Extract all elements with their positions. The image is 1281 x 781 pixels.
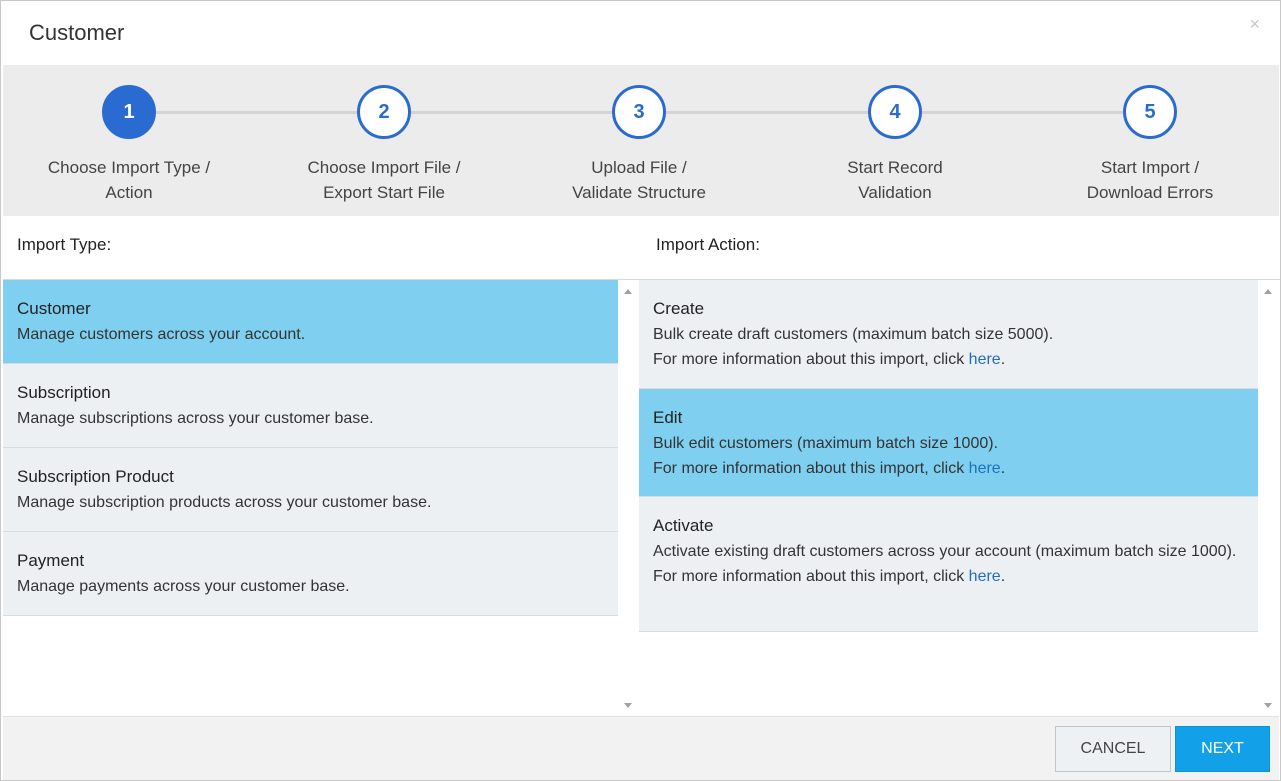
item-description: Manage payments across your customer bas…	[17, 578, 350, 595]
import-action-panel: Create Bulk create draft customers (maxi…	[639, 279, 1280, 716]
import-type-item-subscription[interactable]: Subscription Manage subscriptions across…	[3, 364, 618, 448]
step-label-line: Validate Structure	[572, 183, 706, 202]
step-label-line: Upload File /	[591, 158, 687, 177]
step-number-circle: 3	[612, 85, 666, 139]
import-action-scrollbar[interactable]	[1258, 280, 1279, 716]
import-type-scrollbar[interactable]	[618, 280, 639, 716]
step-label: Start Import / Download Errors	[1025, 155, 1275, 205]
item-name: Subscription Product	[17, 467, 174, 486]
import-type-item-customer[interactable]: Customer Manage customers across your ac…	[3, 280, 618, 364]
item-name: Customer	[17, 299, 91, 318]
step-number-circle: 5	[1123, 85, 1177, 139]
more-info-link[interactable]: here	[969, 351, 1001, 368]
import-action-item-edit[interactable]: Edit Bulk edit customers (maximum batch …	[639, 389, 1258, 497]
step-label-line: Download Errors	[1086, 183, 1214, 202]
step-label: Choose Import Type / Action	[4, 155, 254, 205]
step-5: 5 Start Import / Download Errors	[1025, 85, 1275, 205]
item-description: Manage customers across your account.	[17, 326, 306, 343]
import-type-item-payment[interactable]: Payment Manage payments across your cust…	[3, 532, 618, 616]
step-label-line: Start Record	[847, 158, 943, 177]
next-button[interactable]: NEXT	[1175, 726, 1270, 772]
scroll-down-arrow-icon[interactable]	[624, 703, 632, 708]
scroll-down-arrow-icon[interactable]	[1264, 703, 1272, 708]
more-info-link[interactable]: here	[969, 568, 1001, 585]
more-info-link[interactable]: here	[969, 460, 1001, 477]
item-description: Manage subscription products across your…	[17, 494, 432, 511]
step-4: 4 Start Record Validation	[770, 85, 1020, 205]
step-label-line: Start Import /	[1100, 158, 1200, 177]
item-description: Bulk create draft customers (maximum bat…	[653, 326, 1054, 343]
step-number-circle: 1	[102, 85, 156, 139]
step-number-circle: 2	[357, 85, 411, 139]
step-1: 1 Choose Import Type / Action	[4, 85, 254, 205]
cancel-button[interactable]: CANCEL	[1055, 726, 1171, 772]
import-action-item-activate[interactable]: Activate Activate existing draft custome…	[639, 497, 1258, 632]
import-action-heading: Import Action:	[656, 235, 760, 254]
import-type-heading: Import Type:	[17, 235, 112, 254]
item-description: Bulk edit customers (maximum batch size …	[653, 435, 999, 452]
step-label-line: Action	[105, 183, 153, 202]
more-info-text: For more information about this import, …	[653, 564, 1244, 589]
step-label: Choose Import File / Export Start File	[259, 155, 509, 205]
item-name: Activate	[653, 516, 714, 535]
step-label-line: Choose Import File /	[307, 158, 461, 177]
more-info-prefix: For more information about this import, …	[653, 460, 969, 477]
step-label-line: Export Start File	[323, 183, 445, 202]
item-description: Activate existing draft customers across…	[653, 543, 1237, 560]
more-info-suffix: .	[1000, 568, 1006, 585]
item-name: Payment	[17, 551, 85, 570]
item-name: Edit	[653, 408, 683, 427]
import-type-panel: Customer Manage customers across your ac…	[3, 279, 639, 716]
step-label: Upload File / Validate Structure	[514, 155, 764, 205]
more-info-suffix: .	[1000, 351, 1006, 368]
import-stepper: 1 Choose Import Type / Action 2 Choose I…	[3, 65, 1279, 216]
item-name: Subscription	[17, 383, 111, 402]
more-info-text: For more information about this import, …	[653, 347, 1244, 372]
more-info-text: For more information about this import, …	[653, 456, 1244, 481]
close-icon[interactable]: ×	[1249, 15, 1260, 33]
more-info-prefix: For more information about this import, …	[653, 351, 969, 368]
import-dialog: Customer × 1 Choose Import Type / Action…	[0, 0, 1281, 781]
dialog-header: Customer ×	[1, 1, 1280, 65]
scroll-up-arrow-icon[interactable]	[1264, 289, 1272, 294]
import-type-item-subscription-product[interactable]: Subscription Product Manage subscription…	[3, 448, 618, 532]
step-label: Start Record Validation	[770, 155, 1020, 205]
step-label-line: Validation	[858, 183, 932, 202]
more-info-prefix: For more information about this import, …	[653, 568, 969, 585]
dialog-title: Customer	[29, 20, 125, 45]
dialog-footer: CANCEL NEXT	[3, 716, 1279, 780]
step-2: 2 Choose Import File / Export Start File	[259, 85, 509, 205]
import-action-item-create[interactable]: Create Bulk create draft customers (maxi…	[639, 280, 1258, 389]
more-info-suffix: .	[1000, 460, 1006, 477]
step-label-line: Choose Import Type /	[47, 158, 211, 177]
import-action-list: Create Bulk create draft customers (maxi…	[639, 280, 1258, 632]
step-3: 3 Upload File / Validate Structure	[514, 85, 764, 205]
import-type-list: Customer Manage customers across your ac…	[3, 280, 618, 616]
item-description: Manage subscriptions across your custome…	[17, 410, 374, 427]
scroll-up-arrow-icon[interactable]	[624, 289, 632, 294]
step-number-circle: 4	[868, 85, 922, 139]
item-name: Create	[653, 299, 705, 318]
